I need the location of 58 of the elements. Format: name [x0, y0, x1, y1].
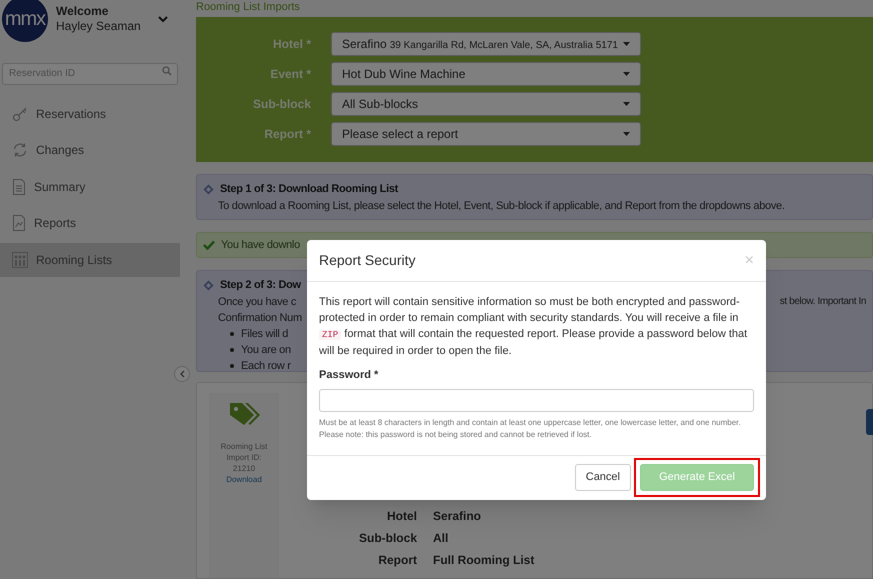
dropdown[interactable]: Please select a report [331, 122, 641, 146]
dropdown[interactable]: Serafino 39 Kangarilla Rd, McLaren Vale, SA, Australia 5171 [331, 32, 641, 56]
alert-text: Each row r [241, 358, 291, 374]
alert-text: To download a Rooming List, please select the Hotel, Event, Sub-block if applicable, and Report from the dropdowns above. [218, 200, 785, 212]
chevron-down-icon[interactable] [158, 16, 168, 22]
caret-down-icon [623, 72, 630, 76]
import-label: Rooming List [220, 441, 268, 452]
detail-label: Sub-block [358, 530, 417, 547]
field-label: Event * [269, 66, 312, 83]
alert-text: You are on [241, 342, 291, 358]
refresh-icon [12, 142, 28, 158]
detail-value: All [433, 530, 448, 547]
caret-down-icon [623, 42, 630, 46]
document-icon [12, 178, 26, 194]
alert-text: Confirmation Num [218, 312, 302, 324]
detail-label: Hotel [386, 508, 417, 525]
detail-value: Full Rooming List [433, 552, 534, 569]
import-label: 21210 [232, 463, 256, 474]
detail-label: Report [377, 552, 417, 569]
modal-message: This report will contain sensitive information so must be both encrypted and password-protected in order to remain compliant with security standards. You will receive a file in ZIP format that will contain the requested report. Please provide a password below that will be required in order to open the file. [319, 295, 748, 359]
cancel-button[interactable]: Cancel [574, 464, 631, 491]
alert-title: Step 2 of 3: Dow [220, 278, 301, 293]
field-label: Hotel * [272, 36, 312, 53]
diamond-info-icon [203, 280, 214, 291]
download-link[interactable]: Download [226, 474, 262, 485]
field-label: Password * [319, 368, 380, 383]
check-icon [203, 240, 215, 250]
key-icon [12, 106, 28, 122]
collapse-button[interactable] [174, 366, 190, 382]
alert-text: Files will d [241, 326, 288, 342]
alert-text: Once you have c [218, 294, 296, 310]
caret-down-icon [623, 132, 630, 136]
people-grid-icon [12, 252, 28, 268]
field-label: Report * [263, 126, 312, 143]
bullet-icon [230, 364, 234, 368]
help-text: Must be at least 8 characters in length and contain at least one uppercase letter, one lowercase letter, and one number. Please note: this password is not being stored and cannot be retrieved if lost. [319, 416, 742, 440]
search-icon [162, 66, 172, 76]
diamond-info-icon [203, 184, 214, 195]
bullet-icon [230, 332, 234, 336]
detail-value: Serafino [433, 508, 482, 525]
chart-document-icon [12, 215, 26, 231]
alert-text: You have downlo [221, 238, 300, 253]
alert-title: Step 1 of 3: Download Rooming List [220, 182, 398, 197]
bullet-icon [230, 348, 234, 352]
logo: mmx [2, 0, 48, 42]
chevron-left-icon [179, 370, 185, 378]
caret-down-icon [623, 102, 630, 106]
dropdown[interactable]: Hot Dub Wine Machine [331, 62, 641, 86]
modal-title: Report Security [319, 251, 416, 270]
user-name: Hayley Seaman [56, 19, 142, 34]
welcome-label: Welcome [56, 4, 110, 19]
field-label: Sub-block [252, 96, 312, 113]
import-label: Import ID: [226, 452, 262, 463]
password-field[interactable] [319, 388, 754, 412]
alert-text: st below. Important In [780, 294, 866, 308]
dropdown[interactable]: All Sub-blocks [331, 92, 641, 116]
page-title: Rooming List Imports [196, 1, 301, 13]
sidebar-item[interactable]: Rooming Lists [0, 242, 180, 276]
